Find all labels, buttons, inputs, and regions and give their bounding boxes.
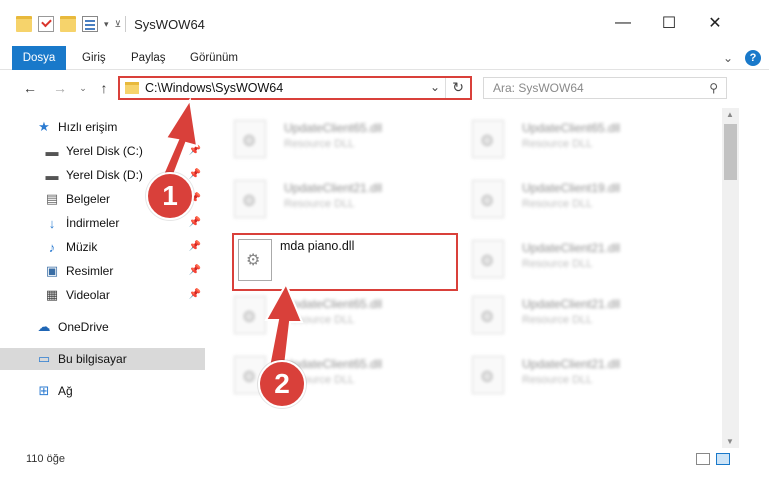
annotation-arrows <box>156 97 304 376</box>
step-2-badge: 2 <box>258 360 306 408</box>
step-1-badge: 1 <box>146 172 194 220</box>
